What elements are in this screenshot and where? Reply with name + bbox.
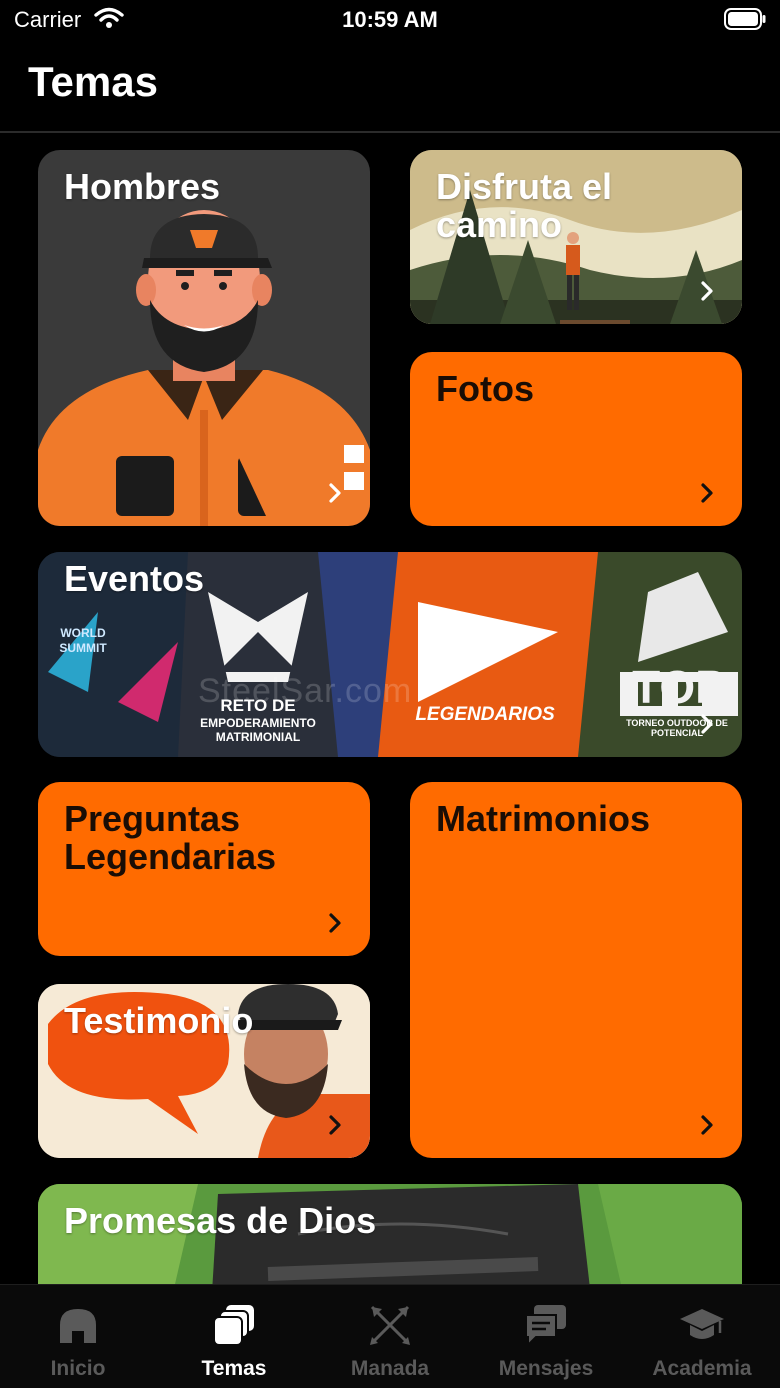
tab-academia[interactable]: Academia [624, 1285, 780, 1388]
chevron-right-icon [701, 281, 713, 301]
stacked-cards-icon [213, 1305, 254, 1346]
watermark-text: SteelSar.com [198, 672, 413, 710]
chat-bubbles-icon [525, 1305, 566, 1347]
tab-manada[interactable]: Manada [312, 1285, 468, 1388]
card-fotos[interactable]: Fotos [410, 352, 742, 526]
card-testimonio[interactable]: Testimonio [38, 984, 370, 1158]
card-preguntas-legendarias[interactable]: Preguntas Legendarias [38, 782, 370, 956]
card-title-eventos: Eventos [64, 558, 205, 599]
eventos-legendarios-text: LEGENDARIOS [415, 704, 555, 725]
chevron-right-icon [329, 483, 341, 503]
chevron-right-icon [701, 483, 713, 503]
chevron-right-icon [701, 714, 713, 734]
page-title: Temas [28, 58, 158, 105]
card-matrimonios[interactable]: Matrimonios [410, 782, 742, 1158]
card-eventos[interactable]: WORLD SUMMIT RETO DE EMPODERAMIENTO MATR… [38, 552, 742, 757]
tab-label-academia: Academia [652, 1357, 752, 1380]
eventos-top-subtitle: TORNEO OUTDOOR DE POTENCIAL [626, 718, 728, 738]
card-hombres[interactable]: Hombres [38, 150, 370, 526]
eventos-reto-line3: MATRIMONIAL [215, 730, 301, 744]
tab-label-temas: Temas [201, 1357, 267, 1380]
header-divider [0, 131, 780, 133]
card-title-matrimonios: Matrimonios [436, 798, 651, 839]
eventos-summit-text: WORLD SUMMIT [59, 626, 107, 655]
card-disfruta-el-camino[interactable]: Disfruta el camino [410, 150, 742, 324]
card-title-preguntas-legendarias: Preguntas Legendarias [64, 798, 277, 877]
status-time: 10:59 AM [342, 7, 438, 32]
card-title-disfruta-el-camino: Disfruta el camino [436, 166, 613, 245]
battery-icon [724, 8, 766, 30]
tab-inicio[interactable]: Inicio [0, 1285, 156, 1388]
crossed-arrows-icon [370, 1305, 410, 1345]
eventos-reto-line2: EMPODERAMIENTO [200, 716, 316, 730]
card-title-promesas-de-dios: Promesas de Dios [64, 1200, 377, 1241]
chevron-right-icon [329, 1115, 341, 1135]
chevron-right-icon [329, 913, 341, 933]
card-title-fotos: Fotos [436, 368, 534, 409]
card-title-testimonio: Testimonio [64, 1000, 254, 1041]
card-title-hombres: Hombres [64, 166, 221, 207]
status-bar: Carrier 10:59 AM [0, 0, 780, 40]
tab-temas[interactable]: Temas [156, 1285, 312, 1388]
tab-mensajes[interactable]: Mensajes [468, 1285, 624, 1388]
graduation-cap-icon [680, 1309, 724, 1339]
eventos-top-text: TOP [632, 661, 726, 713]
tab-label-manada: Manada [350, 1357, 430, 1380]
tab-label-inicio: Inicio [50, 1357, 106, 1380]
home-icon [60, 1309, 96, 1343]
tab-label-mensajes: Mensajes [498, 1357, 594, 1380]
chevron-right-icon [701, 1115, 713, 1135]
tab-bar: Inicio Temas Manada Mensajes Academia [0, 1284, 780, 1388]
